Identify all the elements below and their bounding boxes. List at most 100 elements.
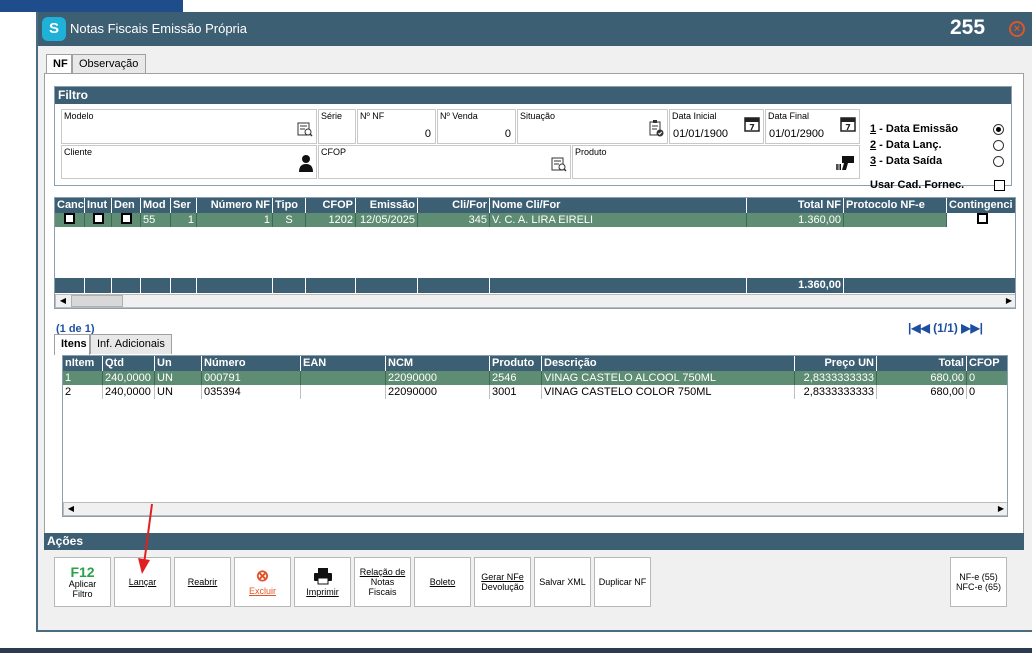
tab-observacao[interactable]: Observação [72, 54, 146, 74]
calendar-icon[interactable]: 7 [840, 116, 856, 135]
pager-nav: |◀◀ (1/1) ▶▶| [908, 321, 983, 335]
col-un[interactable]: Un [155, 356, 202, 371]
col-preco-un[interactable]: Preço UN [795, 356, 877, 371]
col-contingencia[interactable]: Contingenci [947, 198, 1015, 213]
table-row[interactable]: 55 1 1 S 1202 12/05/2025 345 V. C. A. LI… [55, 213, 1015, 227]
printer-icon [313, 567, 333, 587]
col-qtd[interactable]: Qtd [103, 356, 155, 371]
col-cfop[interactable]: CFOP [306, 198, 356, 213]
col-tipo[interactable]: Tipo [273, 198, 306, 213]
col-clifor[interactable]: Cli/For [418, 198, 490, 213]
contingencia-checkbox[interactable] [976, 213, 988, 224]
situacao-field[interactable]: Situação [517, 109, 668, 144]
nf-grid: Canc Inut Den Mod Ser Número NF Tipo CFO… [54, 197, 1016, 309]
search-list-icon[interactable] [297, 122, 313, 140]
canc-checkbox[interactable] [64, 213, 75, 224]
excluir-button[interactable]: ⊗ Excluir [234, 557, 291, 607]
col-cfop[interactable]: CFOP [967, 356, 1007, 371]
items-grid-header: nItem Qtd Un Número EAN NCM Produto Desc… [63, 356, 1007, 371]
col-produto[interactable]: Produto [490, 356, 542, 371]
tab-inf-adicionais[interactable]: Inf. Adicionais [90, 334, 172, 354]
relacao-line3: Fiscais [368, 587, 397, 597]
col-den[interactable]: Den [112, 198, 141, 213]
imprimir-button[interactable]: Imprimir [294, 557, 351, 607]
window-number: 255 [950, 16, 986, 39]
cell-tipo: S [273, 213, 306, 227]
produto-field[interactable]: Produto [572, 145, 860, 179]
col-total-nf[interactable]: Total NF [747, 198, 844, 213]
aplicar-filtro-button[interactable]: F12 Aplicar Filtro [54, 557, 111, 607]
nfe-line1: NF-e (55) [959, 572, 998, 582]
prev-page-icon[interactable]: ◀ [921, 321, 930, 335]
scroll-right-icon[interactable]: ▶ [994, 503, 1007, 515]
serie-field[interactable]: Série [318, 109, 356, 144]
inut-checkbox[interactable] [92, 213, 104, 224]
calendar-icon[interactable]: 7 [744, 116, 760, 135]
col-numero[interactable]: Número [202, 356, 301, 371]
main-window: S Notas Fiscais Emissão Própria 255 × NF… [36, 12, 1032, 632]
cfop-label: CFOP [321, 147, 347, 157]
cell-ser: 1 [171, 213, 197, 227]
search-list-icon[interactable] [551, 157, 567, 175]
duplicar-nf-button[interactable]: Duplicar NF [594, 557, 651, 607]
col-emissao[interactable]: Emissão [356, 198, 418, 213]
scroll-right-icon[interactable]: ▶ [1002, 295, 1015, 307]
scroll-thumb[interactable] [71, 295, 123, 307]
col-ser[interactable]: Ser [171, 198, 197, 213]
nvenda-field[interactable]: Nº Venda 0 [437, 109, 516, 144]
col-canc[interactable]: Canc [55, 198, 85, 213]
nnf-field[interactable]: Nº NF 0 [357, 109, 436, 144]
modelo-field[interactable]: Modelo [61, 109, 317, 144]
radio-lanc-button[interactable] [993, 140, 1004, 151]
situacao-label: Situação [520, 111, 556, 121]
data-inicial-value: 01/01/1900 [673, 128, 729, 140]
reabrir-label: Reabrir [187, 577, 218, 587]
tab-itens[interactable]: Itens [54, 334, 90, 355]
nnf-value: 0 [424, 128, 431, 140]
col-nome-clifor[interactable]: Nome Cli/For [490, 198, 747, 213]
close-icon[interactable]: × [1009, 21, 1025, 37]
radio-saida-button[interactable] [993, 156, 1004, 167]
boleto-button[interactable]: Boleto [414, 557, 471, 607]
cfop-field[interactable]: CFOP [318, 145, 571, 179]
person-icon[interactable] [299, 154, 313, 175]
reabrir-button[interactable]: Reabrir [174, 557, 231, 607]
items-grid-hscrollbar[interactable]: ◀ ▶ [63, 502, 1007, 516]
top-strip [0, 0, 183, 12]
den-checkbox[interactable] [120, 213, 132, 224]
gerar-nfe-devolucao-button[interactable]: Gerar NFe Devolução [474, 557, 531, 607]
radio-data-lanc[interactable]: 2 - Data Lanç. [870, 139, 942, 151]
nf-grid-hscrollbar[interactable]: ◀ ▶ [55, 294, 1015, 308]
last-page-icon[interactable]: ▶| [970, 321, 983, 335]
app-logo-icon: S [42, 17, 66, 41]
cliente-field[interactable]: Cliente [61, 145, 317, 179]
col-nitem[interactable]: nItem [63, 356, 103, 371]
col-numero-nf[interactable]: Número NF [197, 198, 273, 213]
tab-nf[interactable]: NF [46, 54, 72, 75]
col-mod[interactable]: Mod [141, 198, 171, 213]
barcode-scanner-icon[interactable] [836, 154, 856, 175]
data-final-value: 01/01/2900 [769, 128, 825, 140]
col-ean[interactable]: EAN [301, 356, 386, 371]
nfe-nfce-button[interactable]: NF-e (55) NFC-e (65) [950, 557, 1007, 607]
scroll-left-icon[interactable]: ◀ [56, 295, 70, 307]
radio-data-emissao[interactable]: 1 - Data Emissão [870, 123, 958, 135]
scroll-left-icon[interactable]: ◀ [64, 503, 78, 515]
relacao-notas-button[interactable]: Relação de Notas Fiscais [354, 557, 411, 607]
salvar-xml-button[interactable]: Salvar XML [534, 557, 591, 607]
data-inicial-field[interactable]: Data Inicial 01/01/1900 7 [669, 109, 764, 144]
first-page-icon[interactable]: |◀ [908, 321, 921, 335]
col-protocolo[interactable]: Protocolo NF-e [844, 198, 947, 213]
col-total[interactable]: Total [877, 356, 967, 371]
col-descricao[interactable]: Descrição [542, 356, 795, 371]
table-row[interactable]: 2 240,0000 UN 035394 22090000 3001 VINAG… [63, 385, 1007, 399]
radio-data-saida[interactable]: 3 - Data Saída [870, 155, 942, 167]
table-row[interactable]: 1 240,0000 UN 000791 22090000 2546 VINAG… [63, 371, 1007, 385]
data-final-field[interactable]: Data Final 01/01/2900 7 [765, 109, 860, 144]
col-ncm[interactable]: NCM [386, 356, 490, 371]
radio-emissao-button[interactable] [993, 124, 1004, 135]
usar-cad-fornec-checkbox[interactable] [994, 180, 1005, 191]
cell-emissao: 12/05/2025 [356, 213, 418, 227]
clipboard-check-icon[interactable] [648, 119, 664, 140]
col-inut[interactable]: Inut [85, 198, 112, 213]
